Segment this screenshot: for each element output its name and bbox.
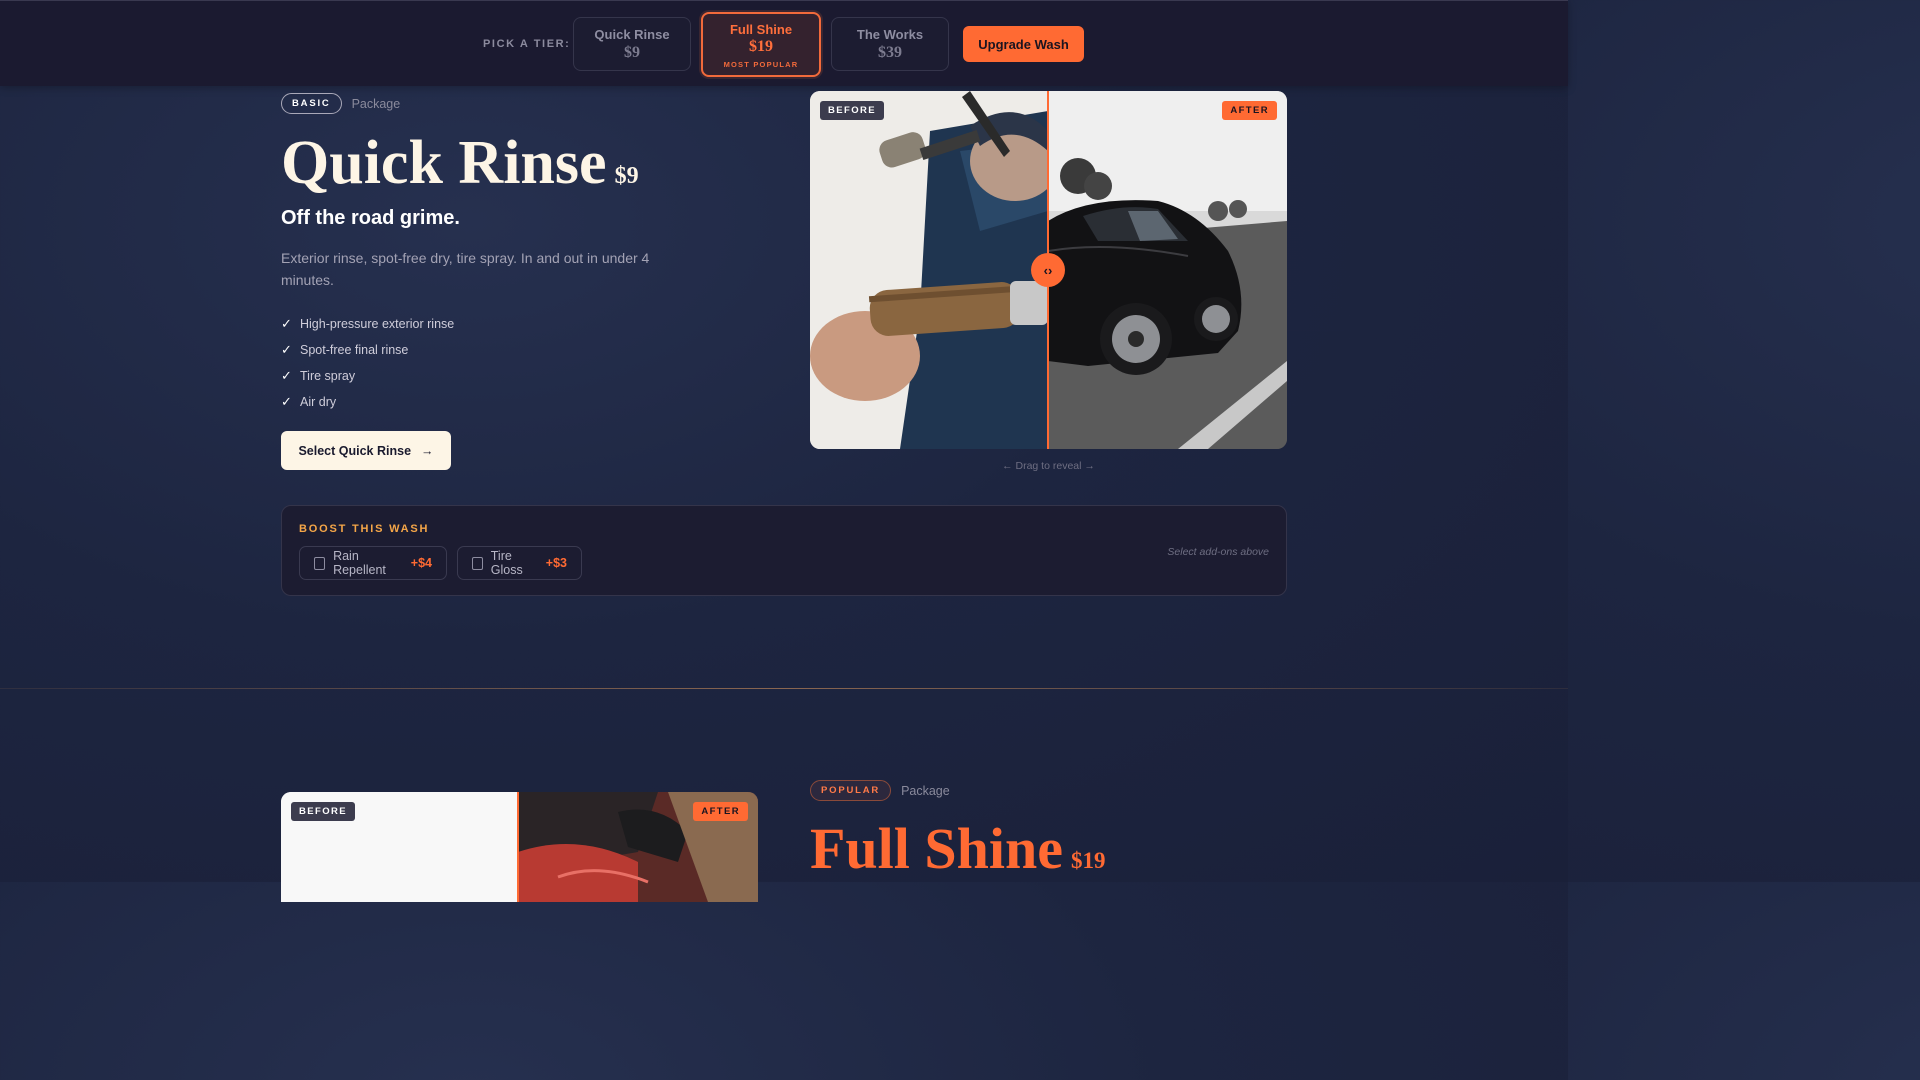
before-after-slider[interactable]: ‹› BEFORE AFTER xyxy=(810,91,1287,449)
feature-item: ✓ Spot-free final rinse xyxy=(281,337,454,363)
tier-bar: PICK A TIER: Quick Rinse $9 Full Shine $… xyxy=(0,0,1568,86)
before-image xyxy=(810,91,1048,449)
check-icon: ✓ xyxy=(281,316,292,331)
tier-the-works[interactable]: The Works $39 xyxy=(831,17,949,71)
after-label: AFTER xyxy=(1222,101,1277,120)
arrow-right-icon: → xyxy=(421,443,434,458)
before-after-slider-2[interactable]: BEFORE AFTER xyxy=(281,792,758,902)
package-name: Full Shine xyxy=(810,816,1064,881)
select-package-button[interactable]: Select Quick Rinse → xyxy=(281,431,451,470)
package-tag: BASIC Package xyxy=(281,93,400,114)
feature-text: Air dry xyxy=(300,395,337,409)
package-description: Exterior rinse, spot-free dry, tire spra… xyxy=(281,250,650,288)
package-price: $9 xyxy=(614,163,639,189)
tier-full-shine[interactable]: Full Shine $19 MOST POPULAR xyxy=(701,12,821,77)
tier-name: Full Shine xyxy=(729,22,793,37)
drag-handle-icon[interactable]: ‹› xyxy=(1031,253,1065,287)
addon-tire-gloss[interactable]: Tire Gloss +$3 xyxy=(457,546,582,580)
package-name: Quick Rinse xyxy=(281,129,607,197)
most-popular-badge: MOST POPULAR xyxy=(723,60,799,69)
select-button-label: Select Quick Rinse xyxy=(298,443,412,458)
boost-panel: BOOST THIS WASH Rain Repellent +$4 Tire … xyxy=(281,505,1287,596)
feature-item: ✓ Air dry xyxy=(281,389,454,415)
before-label: BEFORE xyxy=(291,802,355,821)
tier-name: Quick Rinse xyxy=(594,27,670,42)
addon-note: Select add-ons above xyxy=(1167,546,1269,558)
package-tag-2: POPULAR Package xyxy=(810,780,950,801)
feature-text: High-pressure exterior rinse xyxy=(300,317,455,331)
drag-hint: ← Drag to reveal → xyxy=(1002,460,1095,472)
check-icon: ✓ xyxy=(281,342,292,357)
popular-badge: POPULAR xyxy=(810,780,892,801)
feature-text: Tire spray xyxy=(300,369,356,383)
package-label: Package xyxy=(901,783,950,798)
addon-price: +$4 xyxy=(410,556,432,570)
tier-name: The Works xyxy=(856,27,924,42)
pick-tier-label: PICK A TIER: xyxy=(483,38,571,50)
package-tagline: Off the road grime. xyxy=(281,207,460,229)
check-icon: ✓ xyxy=(281,394,292,409)
tier-price: $39 xyxy=(878,44,902,61)
package-title-2: Full Shine $19 xyxy=(810,815,1106,882)
package-price: $19 xyxy=(1071,848,1106,873)
tier-quick-rinse[interactable]: Quick Rinse $9 xyxy=(573,17,691,71)
upgrade-wash-button[interactable]: Upgrade Wash xyxy=(963,26,1084,62)
package-label: Package xyxy=(351,96,401,111)
feature-item: ✓ Tire spray xyxy=(281,363,454,389)
addon-name: Tire Gloss xyxy=(490,549,523,577)
after-image xyxy=(1048,91,1287,449)
checkbox[interactable] xyxy=(314,556,326,570)
tier-price: $19 xyxy=(749,38,773,55)
checkbox[interactable] xyxy=(472,556,483,570)
tier-price: $9 xyxy=(624,44,640,61)
slider-divider[interactable] xyxy=(517,792,519,902)
section-divider xyxy=(0,688,1568,689)
addon-rain-repellent[interactable]: Rain Repellent +$4 xyxy=(299,546,447,580)
before-label: BEFORE xyxy=(820,101,884,120)
check-icon: ✓ xyxy=(281,368,292,383)
feature-item: ✓ High-pressure exterior rinse xyxy=(281,311,454,337)
basic-badge: BASIC xyxy=(281,93,342,114)
black-car-photo xyxy=(1048,91,1287,449)
after-label: AFTER xyxy=(693,802,748,821)
package-title: Quick Rinse $9 xyxy=(281,128,639,199)
boost-title: BOOST THIS WASH xyxy=(299,523,430,535)
addon-name: Rain Repellent xyxy=(333,549,386,577)
addon-price: +$3 xyxy=(545,556,567,570)
feature-list: ✓ High-pressure exterior rinse ✓ Spot-free… xyxy=(281,311,454,415)
pressure-washer-photo xyxy=(810,91,1048,449)
feature-text: Spot-free final rinse xyxy=(300,343,409,357)
